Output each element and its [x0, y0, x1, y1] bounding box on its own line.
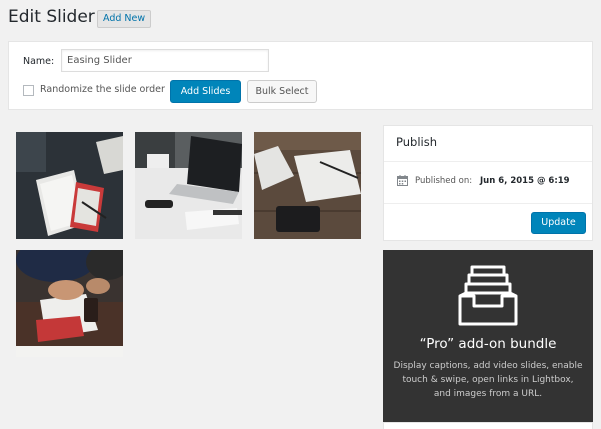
slide-thumbnail-1[interactable] — [16, 132, 123, 239]
promo-description: Display captions, add video slides, enab… — [393, 361, 583, 399]
randomize-checkbox[interactable] — [23, 85, 34, 96]
name-label: Name: — [23, 56, 55, 67]
slider-settings-panel: Name: Randomize the slide order Add Slid… — [8, 41, 593, 110]
randomize-label: Randomize the slide order — [40, 84, 165, 95]
divider — [384, 203, 592, 204]
inbox-tray-icon — [458, 265, 518, 326]
divider — [384, 161, 592, 162]
publish-box: Publish Published on: Jun 6, 2015 @ 6:19… — [383, 125, 593, 241]
slider-name-input[interactable] — [61, 49, 269, 72]
update-button[interactable]: Update — [531, 212, 586, 234]
published-date: Jun 6, 2015 @ 6:19 — [480, 176, 570, 186]
publish-title: Publish — [396, 135, 437, 149]
page-title: Edit Slider — [8, 7, 95, 27]
slide-thumbnail-4[interactable] — [16, 250, 123, 357]
slide-thumbnail-2[interactable] — [135, 132, 242, 239]
pro-addon-promo[interactable]: “Pro” add-on bundle Display captions, ad… — [383, 250, 593, 422]
published-on-label: Published on: — [415, 176, 473, 186]
promo-footer — [383, 422, 593, 429]
add-new-button[interactable]: Add New — [97, 10, 152, 28]
slide-thumbnail-3[interactable] — [254, 132, 361, 239]
bulk-select-button[interactable]: Bulk Select — [247, 80, 317, 103]
add-slides-button[interactable]: Add Slides — [170, 80, 241, 103]
promo-title: “Pro” add-on bundle — [419, 336, 557, 352]
calendar-icon — [397, 175, 408, 186]
